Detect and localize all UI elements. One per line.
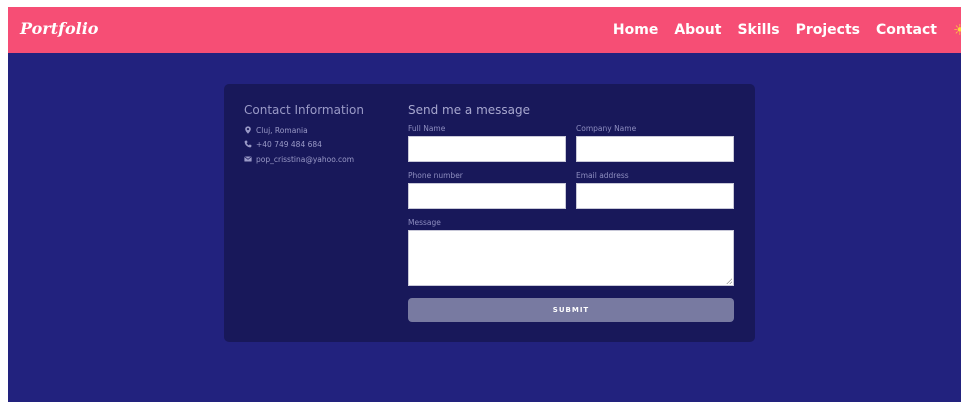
email-address-label: Email address [576,171,629,180]
message-label: Message [408,218,441,227]
nav-link-home[interactable]: Home [613,22,658,38]
contact-info-title: Contact Information [244,103,364,117]
email-address-input[interactable] [576,183,734,209]
brand-logo[interactable]: Portfolio [20,19,98,38]
envelope-icon [244,156,252,162]
nav-link-skills[interactable]: Skills [737,22,779,38]
sun-icon[interactable]: ☀ [953,19,961,41]
contact-card: Contact Information Cluj, Romania +40 74… [224,84,755,342]
nav-link-contact[interactable]: Contact [876,22,937,38]
page: Portfolio Home About Skills Projects Con… [8,7,961,402]
location-row: Cluj, Romania [244,124,308,136]
nav-link-projects[interactable]: Projects [796,22,860,38]
submit-button[interactable]: SUBMIT [408,298,734,322]
email-row: pop_crisstina@yahoo.com [244,153,354,165]
phone-text: +40 749 484 684 [256,139,322,149]
phone-row: +40 749 484 684 [244,138,322,150]
company-name-label: Company Name [576,124,637,133]
email-text: pop_crisstina@yahoo.com [256,154,355,164]
location-pin-icon [245,126,251,134]
message-textarea[interactable] [408,230,734,286]
location-text: Cluj, Romania [256,125,308,135]
form-title: Send me a message [408,103,531,117]
nav-link-about[interactable]: About [674,22,721,38]
navbar: Portfolio Home About Skills Projects Con… [8,7,961,53]
company-name-input[interactable] [576,136,734,162]
nav-menu: Home About Skills Projects Contact ☀ [613,19,961,41]
phone-number-input[interactable] [408,183,566,209]
phone-number-label: Phone number [408,171,463,180]
full-name-input[interactable] [408,136,566,162]
full-name-label: Full Name [408,124,446,133]
phone-icon [244,140,252,148]
